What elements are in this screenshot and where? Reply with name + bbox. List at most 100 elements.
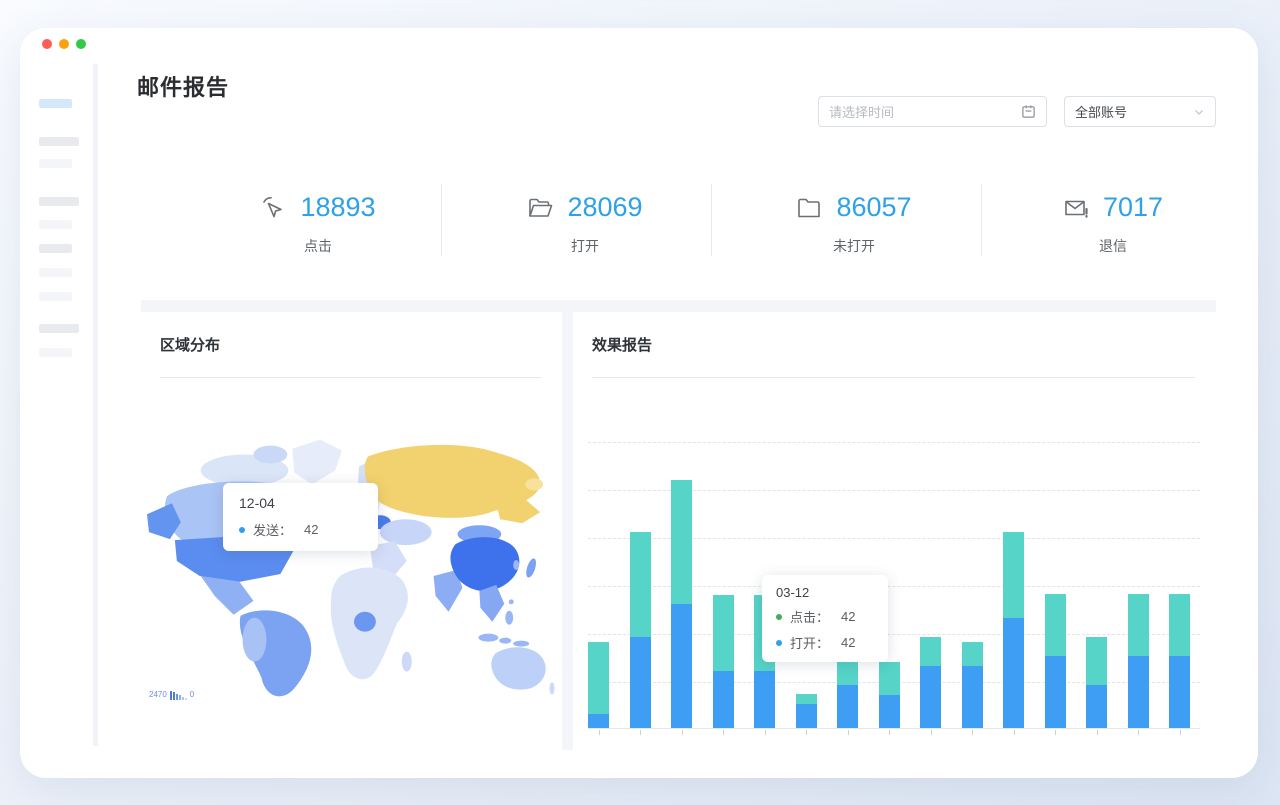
panels-section: 区域分布: [141, 300, 1216, 750]
date-range-picker[interactable]: 请选择时间: [818, 96, 1047, 127]
bar-segment-open: [796, 704, 817, 728]
bar-column[interactable]: [713, 595, 734, 728]
x-axis-tick: [1138, 730, 1139, 735]
sidebar-item[interactable]: [39, 348, 72, 357]
account-select-value: 全部账号: [1075, 102, 1193, 121]
bar-segment-open: [713, 671, 734, 728]
close-window-button[interactable]: [42, 39, 52, 49]
folder-open-icon: [527, 195, 553, 221]
bar-column[interactable]: [630, 532, 651, 728]
sidebar-item[interactable]: [39, 324, 79, 333]
bar-column[interactable]: [796, 694, 817, 728]
bar-column[interactable]: [588, 642, 609, 728]
bar-column[interactable]: [879, 662, 900, 728]
stat-bounced: 7017 退信: [1003, 192, 1223, 256]
sidebar-item[interactable]: [39, 244, 72, 253]
stat-label: 未打开: [744, 236, 964, 256]
bar-segment-click: [796, 694, 817, 704]
bar-segment-open: [837, 685, 858, 728]
stat-divider: [711, 184, 712, 256]
tooltip-row: 发送：42: [239, 520, 362, 539]
sidebar-divider: [93, 64, 98, 746]
x-axis-tick: [640, 730, 641, 735]
bar-segment-open: [630, 637, 651, 728]
bar-segment-click: [1003, 532, 1024, 618]
map-legend-max: 2470: [149, 690, 167, 700]
panel-title-divider: [592, 377, 1195, 378]
chart-tooltip-rows: 点击：42打开：42: [776, 607, 874, 652]
bar-segment-open: [1086, 685, 1107, 728]
cursor-click-icon: [260, 195, 286, 221]
date-picker-placeholder: 请选择时间: [829, 102, 1021, 121]
map-region-australia: [491, 647, 545, 689]
bar-segment-open: [588, 714, 609, 728]
sidebar-item[interactable]: [39, 292, 72, 301]
bar-chart-bars[interactable]: [588, 388, 1190, 728]
bar-segment-open: [1003, 618, 1024, 728]
bar-segment-open: [1169, 656, 1190, 728]
x-axis-tick: [599, 730, 600, 735]
stat-value: 28069: [567, 192, 642, 223]
chevron-down-icon: [1193, 106, 1205, 118]
stat-value: 7017: [1103, 192, 1163, 223]
sidebar-item-active[interactable]: [39, 99, 72, 108]
world-map[interactable]: [145, 424, 558, 706]
bar-column[interactable]: [1003, 532, 1024, 728]
page-title: 邮件报告: [137, 70, 229, 102]
bar-segment-click: [1045, 594, 1066, 656]
bar-segment-open: [1045, 656, 1066, 728]
sidebar-item[interactable]: [39, 159, 72, 168]
x-axis-tick: [848, 730, 849, 735]
bar-segment-click: [588, 642, 609, 714]
bar-column[interactable]: [1045, 594, 1066, 728]
x-axis-tick: [1055, 730, 1056, 735]
map-tooltip-rows: 发送：42: [239, 520, 362, 539]
bar-column[interactable]: [920, 637, 941, 728]
sidebar-item[interactable]: [39, 220, 72, 229]
bar-segment-open: [1128, 656, 1149, 728]
x-axis-tick: [806, 730, 807, 735]
bar-column[interactable]: [962, 642, 983, 728]
effect-report-panel: 效果报告 03-12 点击：42打开：42: [573, 312, 1216, 750]
bar-segment-open: [879, 695, 900, 728]
chart-tooltip: 03-12 点击：42打开：42: [762, 575, 888, 662]
tooltip-row: 打开：42: [776, 633, 874, 652]
map-tooltip-date: 12-04: [239, 495, 362, 511]
bar-column[interactable]: [671, 480, 692, 728]
calendar-icon: [1021, 104, 1036, 119]
stat-label: 退信: [1003, 236, 1223, 256]
mail-bounce-icon: [1063, 195, 1089, 221]
sidebar-item[interactable]: [39, 197, 79, 206]
app-window: 邮件报告 请选择时间 全部账号: [20, 28, 1258, 778]
bar-segment-open: [671, 604, 692, 728]
window-controls: [42, 39, 86, 49]
bar-segment-click: [630, 532, 651, 637]
map-legend-bars: [170, 691, 187, 700]
panel-title: 效果报告: [592, 334, 652, 355]
bar-segment-open: [754, 671, 775, 728]
sidebar-item[interactable]: [39, 137, 79, 146]
zoom-window-button[interactable]: [76, 39, 86, 49]
account-select[interactable]: 全部账号: [1064, 96, 1216, 127]
bar-column[interactable]: [1086, 637, 1107, 728]
bar-column[interactable]: [1128, 594, 1149, 728]
series-dot-icon: [776, 614, 782, 620]
x-axis-tick: [682, 730, 683, 735]
minimize-window-button[interactable]: [59, 39, 69, 49]
stat-divider: [981, 184, 982, 256]
x-axis-tick: [972, 730, 973, 735]
panel-title-divider: [160, 377, 541, 378]
bar-segment-click: [671, 480, 692, 604]
x-axis-tick: [889, 730, 890, 735]
series-dot-icon: [239, 527, 245, 533]
bar-segment-click: [920, 637, 941, 666]
stat-clicks: 18893 点击: [208, 192, 428, 256]
stat-label: 打开: [475, 236, 695, 256]
region-distribution-panel: 区域分布: [141, 312, 562, 750]
sidebar-item[interactable]: [39, 268, 72, 277]
bar-segment-open: [920, 666, 941, 728]
bar-segment-click: [879, 662, 900, 695]
chart-x-axis: [588, 728, 1200, 729]
bar-column[interactable]: [1169, 594, 1190, 728]
x-axis-tick: [1097, 730, 1098, 735]
